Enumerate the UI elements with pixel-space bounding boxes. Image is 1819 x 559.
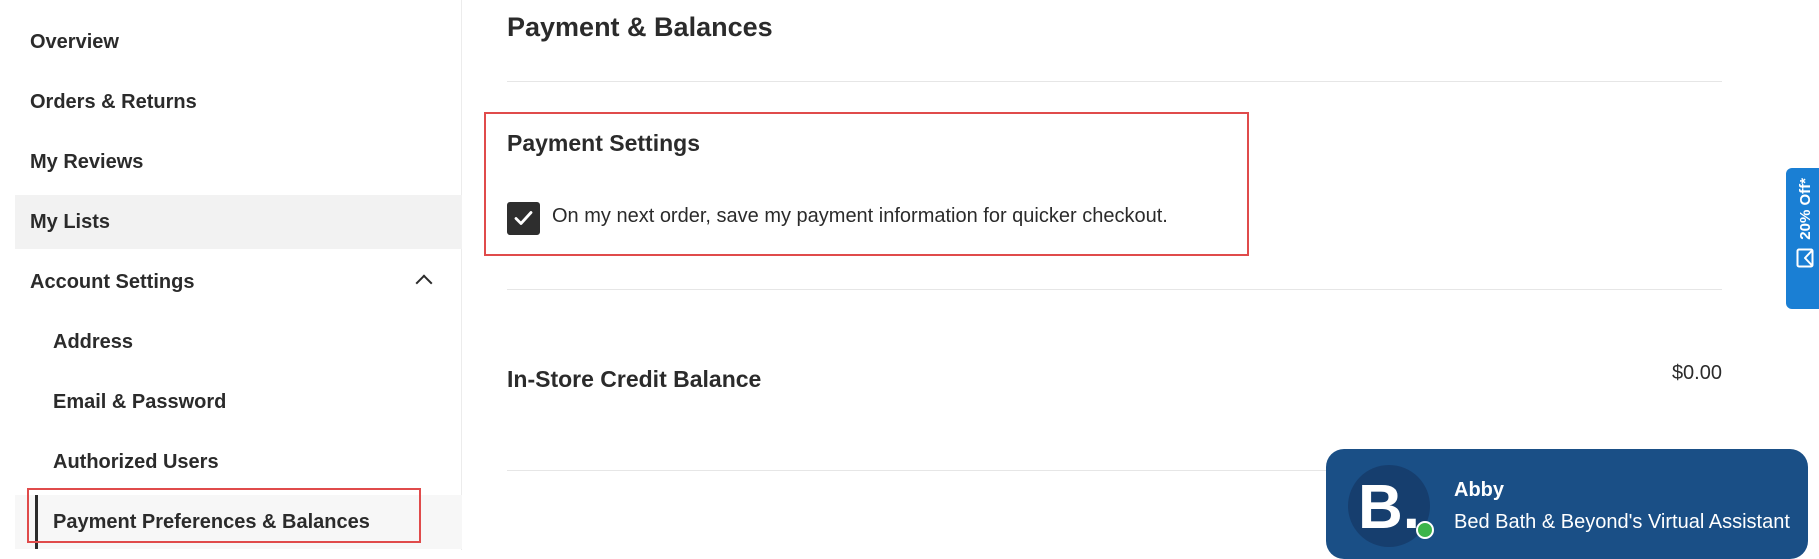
active-indicator bbox=[35, 495, 38, 549]
sidebar-item-my-lists[interactable]: My Lists bbox=[15, 195, 462, 249]
sidebar-item-orders-returns[interactable]: Orders & Returns bbox=[15, 75, 462, 129]
sidebar-item-address[interactable]: Address bbox=[15, 315, 462, 369]
sidebar-item-overview[interactable]: Overview bbox=[15, 15, 462, 69]
sidebar-item-payment-preferences[interactable]: Payment Preferences & Balances bbox=[15, 495, 462, 549]
promo-label: 20% Off* bbox=[1796, 178, 1814, 240]
checkmark-icon bbox=[514, 211, 533, 225]
sidebar-item-label: Address bbox=[53, 330, 134, 353]
sidebar-item-label: Authorized Users bbox=[53, 450, 219, 473]
assistant-subtitle: Bed Bath & Beyond's Virtual Assistant bbox=[1454, 511, 1790, 533]
payment-settings-title: Payment Settings bbox=[507, 130, 700, 156]
assistant-name: Abby bbox=[1454, 479, 1504, 501]
promo-tab[interactable]: 20% Off* bbox=[1786, 168, 1819, 309]
sidebar-item-authorized-users[interactable]: Authorized Users bbox=[15, 435, 462, 489]
sidebar-item-label: My Lists bbox=[30, 210, 111, 233]
divider bbox=[507, 289, 1722, 290]
credit-balance-amount: $0.00 bbox=[1671, 362, 1722, 384]
save-payment-checkbox[interactable] bbox=[507, 202, 540, 235]
virtual-assistant-chat[interactable]: B. Abby Bed Bath & Beyond's Virtual Assi… bbox=[1326, 449, 1808, 559]
promo-content: 20% Off* bbox=[1794, 178, 1816, 300]
sidebar-item-account-settings[interactable]: Account Settings bbox=[15, 255, 462, 309]
sidebar-item-label: Orders & Returns bbox=[30, 90, 197, 113]
credit-balance-title: In-Store Credit Balance bbox=[507, 366, 762, 392]
sidebar-item-label: Account Settings bbox=[30, 270, 195, 293]
chevron-up-icon[interactable] bbox=[415, 274, 433, 292]
divider bbox=[507, 81, 1722, 82]
sidebar-item-label: Payment Preferences & Balances bbox=[53, 510, 370, 533]
sidebar-item-label: Overview bbox=[30, 30, 119, 53]
page-title: Payment & Balances bbox=[507, 12, 773, 42]
sidebar-item-label: Email & Password bbox=[53, 390, 227, 413]
envelope-icon bbox=[1796, 248, 1814, 268]
online-status-icon bbox=[1416, 521, 1434, 539]
save-payment-label[interactable]: On my next order, save my payment inform… bbox=[552, 205, 1168, 228]
sidebar-item-email-password[interactable]: Email & Password bbox=[15, 375, 462, 429]
sidebar-item-label: My Reviews bbox=[30, 150, 144, 173]
sidebar-item-my-reviews[interactable]: My Reviews bbox=[15, 135, 462, 189]
account-sidebar: Overview Orders & Returns My Reviews My … bbox=[0, 0, 462, 550]
